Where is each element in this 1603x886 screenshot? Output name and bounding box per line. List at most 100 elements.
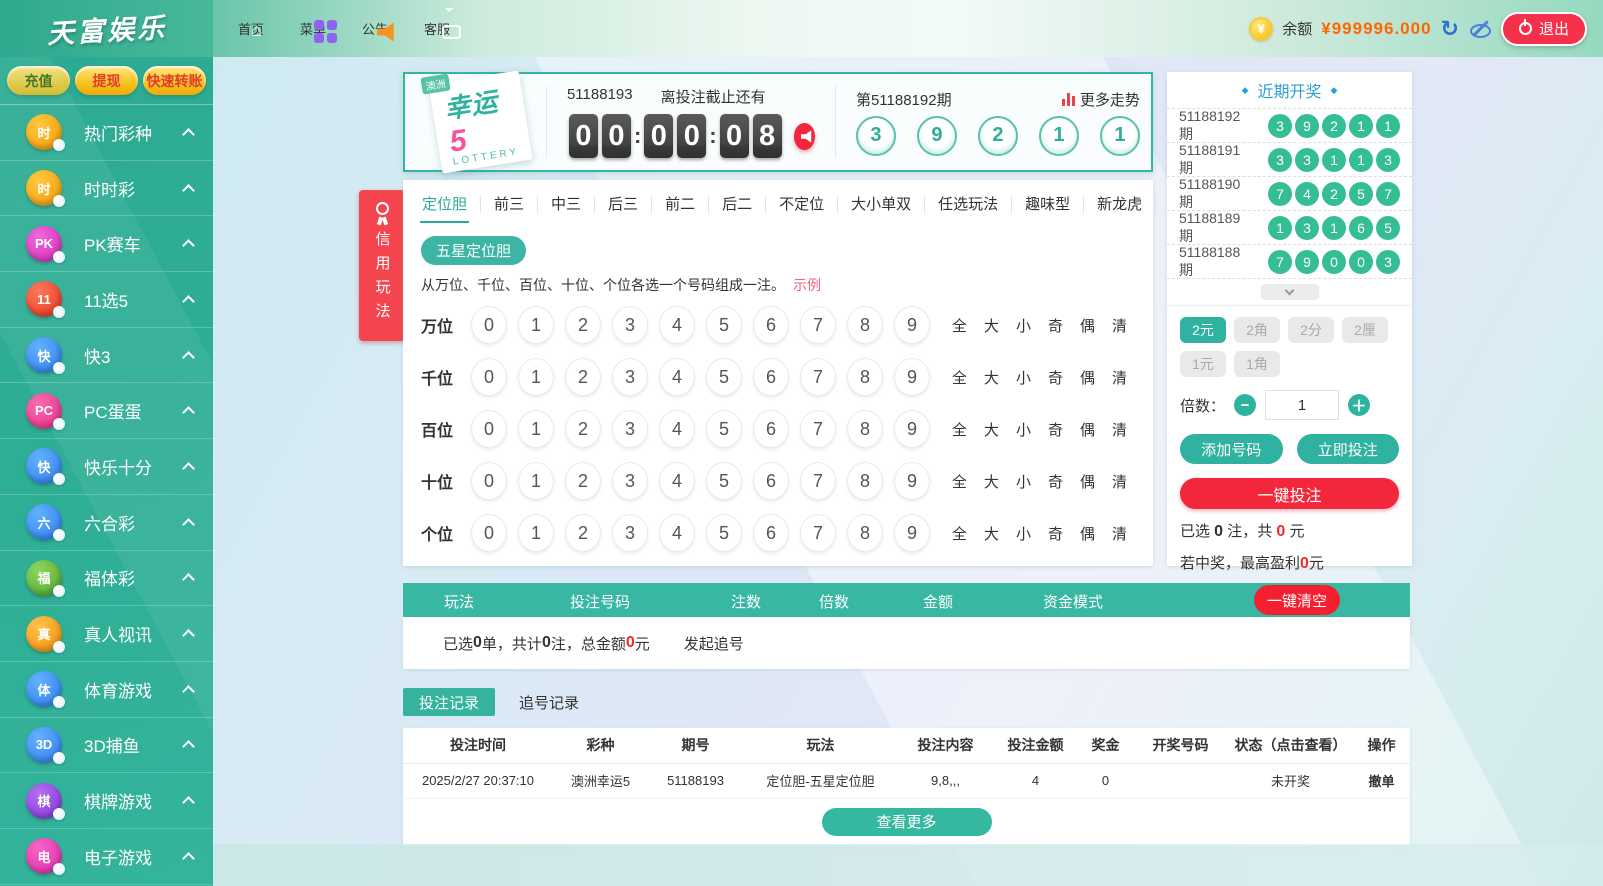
- quick-button-transfer[interactable]: 快速转账: [143, 66, 206, 95]
- number-ball[interactable]: 2: [565, 410, 601, 448]
- number-ball[interactable]: 5: [706, 410, 742, 448]
- amount-option-1[interactable]: 2角: [1234, 317, 1280, 343]
- quick-odd[interactable]: 奇: [1048, 367, 1063, 388]
- number-ball[interactable]: 0: [471, 462, 507, 500]
- quick-button-withdraw[interactable]: 提现: [75, 66, 138, 95]
- number-ball[interactable]: 4: [659, 358, 695, 396]
- example-link[interactable]: 示例: [793, 277, 821, 293]
- number-ball[interactable]: 4: [659, 462, 695, 500]
- number-ball[interactable]: 1: [518, 358, 554, 396]
- play-tab-9[interactable]: 趣味型: [1011, 196, 1083, 213]
- quick-small[interactable]: 小: [1016, 419, 1031, 440]
- quick-clear[interactable]: 清: [1112, 419, 1127, 440]
- quick-even[interactable]: 偶: [1080, 419, 1095, 440]
- sidebar-item-0[interactable]: 时热门彩种: [0, 105, 213, 161]
- quick-big[interactable]: 大: [984, 315, 999, 336]
- quick-even[interactable]: 偶: [1080, 523, 1095, 544]
- number-ball[interactable]: 2: [565, 514, 601, 552]
- amount-option-0[interactable]: 2元: [1180, 317, 1226, 343]
- number-ball[interactable]: 8: [847, 306, 883, 344]
- number-ball[interactable]: 0: [471, 410, 507, 448]
- sidebar-item-12[interactable]: 棋棋牌游戏: [0, 773, 213, 829]
- add-number-button[interactable]: 添加号码: [1180, 434, 1283, 464]
- quick-big[interactable]: 大: [984, 471, 999, 492]
- quick-button-recharge[interactable]: 充值: [7, 66, 70, 95]
- record-tab-0[interactable]: 投注记录: [403, 688, 495, 716]
- number-ball[interactable]: 0: [471, 358, 507, 396]
- number-ball[interactable]: 5: [706, 462, 742, 500]
- number-ball[interactable]: 2: [565, 358, 601, 396]
- one-key-bet-button[interactable]: 一键投注: [1180, 478, 1399, 509]
- quick-big[interactable]: 大: [984, 367, 999, 388]
- number-ball[interactable]: 7: [800, 410, 836, 448]
- quick-even[interactable]: 偶: [1080, 367, 1095, 388]
- number-ball[interactable]: 9: [894, 306, 930, 344]
- quick-clear[interactable]: 清: [1112, 367, 1127, 388]
- clear-all-button[interactable]: 一键清空: [1254, 585, 1340, 615]
- sidebar-item-2[interactable]: PKPK赛车: [0, 216, 213, 272]
- number-ball[interactable]: 1: [518, 514, 554, 552]
- sidebar-item-1[interactable]: 时时时彩: [0, 161, 213, 217]
- number-ball[interactable]: 2: [565, 306, 601, 344]
- number-ball[interactable]: 3: [612, 358, 648, 396]
- quick-all[interactable]: 全: [952, 419, 967, 440]
- quick-odd[interactable]: 奇: [1048, 419, 1063, 440]
- number-ball[interactable]: 7: [800, 306, 836, 344]
- number-ball[interactable]: 8: [847, 358, 883, 396]
- quick-clear[interactable]: 清: [1112, 315, 1127, 336]
- credit-play-tab[interactable]: 信用玩法: [359, 190, 405, 341]
- quick-all[interactable]: 全: [952, 315, 967, 336]
- play-tab-6[interactable]: 不定位: [765, 196, 837, 213]
- quick-all[interactable]: 全: [952, 523, 967, 544]
- sidebar-item-3[interactable]: 1111选5: [0, 272, 213, 328]
- sidebar-item-4[interactable]: 快快3: [0, 328, 213, 384]
- play-tab-0[interactable]: 定位胆: [409, 196, 480, 213]
- play-tab-2[interactable]: 中三: [537, 196, 594, 213]
- amount-option-5[interactable]: 1角: [1234, 351, 1280, 377]
- quick-big[interactable]: 大: [984, 523, 999, 544]
- number-ball[interactable]: 1: [518, 306, 554, 344]
- play-tab-10[interactable]: 新龙虎: [1083, 196, 1155, 213]
- view-more-button[interactable]: 查看更多: [822, 808, 992, 836]
- more-trend-link[interactable]: 更多走势: [1062, 89, 1140, 110]
- number-ball[interactable]: 7: [800, 462, 836, 500]
- quick-all[interactable]: 全: [952, 471, 967, 492]
- sidebar-item-6[interactable]: 快快乐十分: [0, 439, 213, 495]
- number-ball[interactable]: 4: [659, 306, 695, 344]
- sidebar-item-13[interactable]: 电电子游戏: [0, 829, 213, 885]
- multiplier-input[interactable]: [1265, 390, 1339, 420]
- mode-pill[interactable]: 五星定位胆: [421, 236, 526, 265]
- quick-odd[interactable]: 奇: [1048, 315, 1063, 336]
- cancel-order-link[interactable]: 撤单: [1353, 763, 1410, 798]
- plus-button[interactable]: ＋: [1348, 394, 1370, 416]
- quick-small[interactable]: 小: [1016, 315, 1031, 336]
- play-tab-7[interactable]: 大小单双: [837, 196, 924, 213]
- number-ball[interactable]: 7: [800, 514, 836, 552]
- number-ball[interactable]: 5: [706, 306, 742, 344]
- play-tab-4[interactable]: 前二: [651, 196, 708, 213]
- quick-all[interactable]: 全: [952, 367, 967, 388]
- sidebar-item-9[interactable]: 真真人视讯: [0, 606, 213, 662]
- amount-option-4[interactable]: 1元: [1180, 351, 1226, 377]
- record-tab-1[interactable]: 追号记录: [503, 688, 595, 716]
- play-tab-5[interactable]: 后二: [708, 196, 765, 213]
- logout-button[interactable]: 退出: [1501, 12, 1587, 46]
- amount-option-3[interactable]: 2厘: [1342, 317, 1388, 343]
- play-tab-8[interactable]: 任选玩法: [924, 196, 1011, 213]
- chase-link[interactable]: 发起追号: [684, 633, 744, 654]
- quick-small[interactable]: 小: [1016, 471, 1031, 492]
- bet-now-button[interactable]: 立即投注: [1297, 434, 1400, 464]
- sidebar-item-10[interactable]: 体体育游戏: [0, 662, 213, 718]
- quick-small[interactable]: 小: [1016, 523, 1031, 544]
- number-ball[interactable]: 8: [847, 514, 883, 552]
- quick-odd[interactable]: 奇: [1048, 523, 1063, 544]
- number-ball[interactable]: 0: [471, 306, 507, 344]
- number-ball[interactable]: 9: [894, 410, 930, 448]
- quick-small[interactable]: 小: [1016, 367, 1031, 388]
- sound-icon[interactable]: [794, 123, 815, 150]
- number-ball[interactable]: 7: [800, 358, 836, 396]
- number-ball[interactable]: 5: [706, 514, 742, 552]
- brand-logo[interactable]: 天富娱乐: [0, 0, 213, 57]
- number-ball[interactable]: 0: [471, 514, 507, 552]
- number-ball[interactable]: 8: [847, 462, 883, 500]
